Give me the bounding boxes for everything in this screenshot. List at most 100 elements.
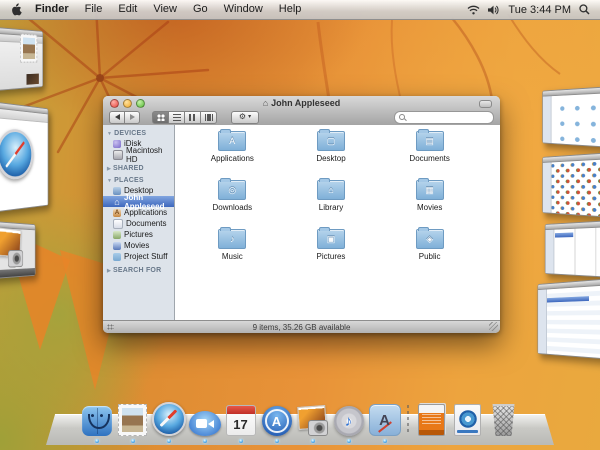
dock-item-ical[interactable]: 17 [223, 402, 258, 436]
apple-menu[interactable] [12, 3, 23, 16]
folder-desktop[interactable]: ▢Desktop [316, 127, 345, 176]
folder-downloads[interactable]: ◎Downloads [213, 176, 253, 225]
folder-public[interactable]: ◈Public [416, 225, 444, 274]
folder-glyph-icon: ◈ [417, 230, 443, 248]
window-chrome[interactable]: ⌂ John Appleseed ⚙ ▾ [103, 96, 500, 126]
pictures-icon [113, 231, 121, 239]
title-bar[interactable]: ⌂ John Appleseed [103, 96, 500, 109]
dock-item-trash[interactable] [486, 402, 521, 436]
desktop-icon [113, 187, 121, 195]
resize-grip[interactable] [489, 322, 498, 331]
dock-item-documents-stack[interactable] [414, 402, 449, 436]
search-field[interactable] [394, 111, 494, 124]
folder-icon: ⌂ [317, 180, 345, 200]
menu-edit[interactable]: Edit [110, 3, 145, 15]
view-mode-segmented-control [152, 111, 217, 124]
sidebar-section-places[interactable]: ▼PLACES [107, 177, 172, 184]
folder-label: Applications [211, 154, 254, 163]
wifi-icon[interactable] [467, 5, 480, 15]
folder-documents[interactable]: ▤Documents [409, 127, 449, 176]
folder-icon: ▢ [317, 131, 345, 151]
coverflow-view-button[interactable] [201, 111, 217, 124]
sidebar-section-shared[interactable]: ▶SHARED [107, 165, 172, 172]
folder-grid: AApplications ▢Desktop ▤Documents ◎Download… [183, 127, 479, 274]
sidebar-item-applications[interactable]: AApplications [103, 207, 174, 218]
sidebar-grip-icon[interactable] [107, 324, 114, 330]
disclosure-triangle-icon[interactable]: ▼ [107, 131, 112, 137]
iphoto-icon [296, 406, 330, 436]
disclosure-triangle-icon[interactable]: ▼ [107, 178, 112, 184]
icon-view-icon [157, 114, 165, 121]
dock-item-iphoto[interactable] [295, 402, 330, 436]
action-menu-button[interactable]: ⚙ ▾ [231, 111, 259, 124]
folder-glyph-icon: ▢ [318, 132, 344, 150]
dock-item-itunes[interactable]: ♪ [331, 402, 366, 436]
left-thumbnail-safari[interactable] [0, 100, 48, 214]
disclosure-triangle-icon[interactable]: ▶ [107, 166, 111, 172]
menu-view[interactable]: View [145, 3, 185, 15]
sidebar-item-label: Documents [126, 219, 166, 228]
sidebar-item-label: Pictures [124, 230, 153, 239]
mail-app-icon [20, 34, 37, 63]
folder-icon: ◈ [416, 229, 444, 249]
right-thumbnail-finder-columns[interactable] [545, 220, 600, 278]
list-view-button[interactable] [169, 111, 185, 124]
folder-pictures[interactable]: ▣Pictures [317, 225, 346, 274]
folder-applications[interactable]: AApplications [211, 127, 254, 176]
search-input[interactable] [408, 113, 478, 122]
dock-item-applications-folder[interactable]: A [367, 402, 402, 436]
menu-finder[interactable]: Finder [27, 3, 77, 15]
dock-item-safari[interactable] [151, 402, 186, 436]
folder-glyph-icon: ⌂ [318, 181, 344, 199]
dock-item-finder[interactable] [79, 402, 114, 436]
sidebar-item-documents[interactable]: Documents [103, 218, 174, 229]
spotlight-search-icon[interactable] [579, 4, 590, 15]
right-thumbnail-finder-apps[interactable] [542, 152, 600, 218]
folder-music[interactable]: ♪Music [218, 225, 246, 274]
downloads-stack-icon [454, 404, 481, 436]
folder-library[interactable]: ⌂ Library [317, 176, 345, 225]
dock-item-mail[interactable] [115, 402, 150, 436]
menu-bar-clock[interactable]: Tue 3:44 PM [508, 4, 571, 16]
folder-label: Library [319, 203, 343, 212]
folder-glyph-icon: ▦ [417, 181, 443, 199]
sidebar-item-pictures[interactable]: Pictures [103, 229, 174, 240]
sidebar-item-movies[interactable]: Movies [103, 240, 174, 251]
menu-go[interactable]: Go [185, 3, 216, 15]
right-thumbnail-finder-list[interactable] [538, 278, 600, 360]
close-button[interactable] [110, 99, 119, 108]
hard-drive-icon [113, 150, 123, 160]
toolbar-toggle-lozenge[interactable] [479, 100, 492, 108]
disclosure-triangle-icon[interactable]: ▶ [107, 268, 111, 274]
menu-window[interactable]: Window [216, 3, 271, 15]
dock-item-ichat[interactable] [187, 402, 222, 436]
ical-icon: 17 [226, 405, 256, 436]
sidebar-section-search-for[interactable]: ▶SEARCH FOR [107, 267, 172, 274]
sidebar-section-devices[interactable]: ▼DEVICES [107, 130, 172, 137]
sidebar-item-macintosh-hd[interactable]: Macintosh HD [103, 149, 174, 160]
dock-items: 17A♪A [46, 402, 554, 436]
applications-folder-glyph: A [379, 413, 390, 428]
left-thumbnail-mail[interactable] [0, 26, 43, 92]
menu-file[interactable]: File [77, 3, 111, 15]
minimize-button[interactable] [123, 99, 132, 108]
volume-icon[interactable] [488, 5, 500, 15]
sidebar-item-project-stuff[interactable]: Project Stuff [103, 251, 174, 262]
applications-folder-icon: A [369, 404, 401, 436]
folder-movies[interactable]: ▦Movies [416, 176, 444, 225]
iphoto-app-icon [0, 228, 24, 268]
sidebar-item-john-appleseed[interactable]: ⌂John Appleseed [103, 196, 174, 207]
forward-button[interactable] [125, 111, 140, 124]
icon-view-button[interactable] [152, 111, 169, 124]
zoom-button[interactable] [136, 99, 145, 108]
menu-help[interactable]: Help [271, 3, 310, 15]
column-view-button[interactable] [185, 111, 201, 124]
folder-label: Music [222, 252, 243, 261]
dock-item-downloads-stack[interactable] [450, 402, 485, 436]
dock-item-app-store[interactable]: A [259, 402, 294, 436]
documents-icon [113, 219, 123, 229]
right-thumbnail-finder-icons[interactable] [542, 86, 600, 148]
folder-glyph-icon: ◎ [219, 181, 245, 199]
back-button[interactable] [109, 111, 125, 124]
left-thumbnail-iphoto[interactable] [0, 220, 35, 280]
